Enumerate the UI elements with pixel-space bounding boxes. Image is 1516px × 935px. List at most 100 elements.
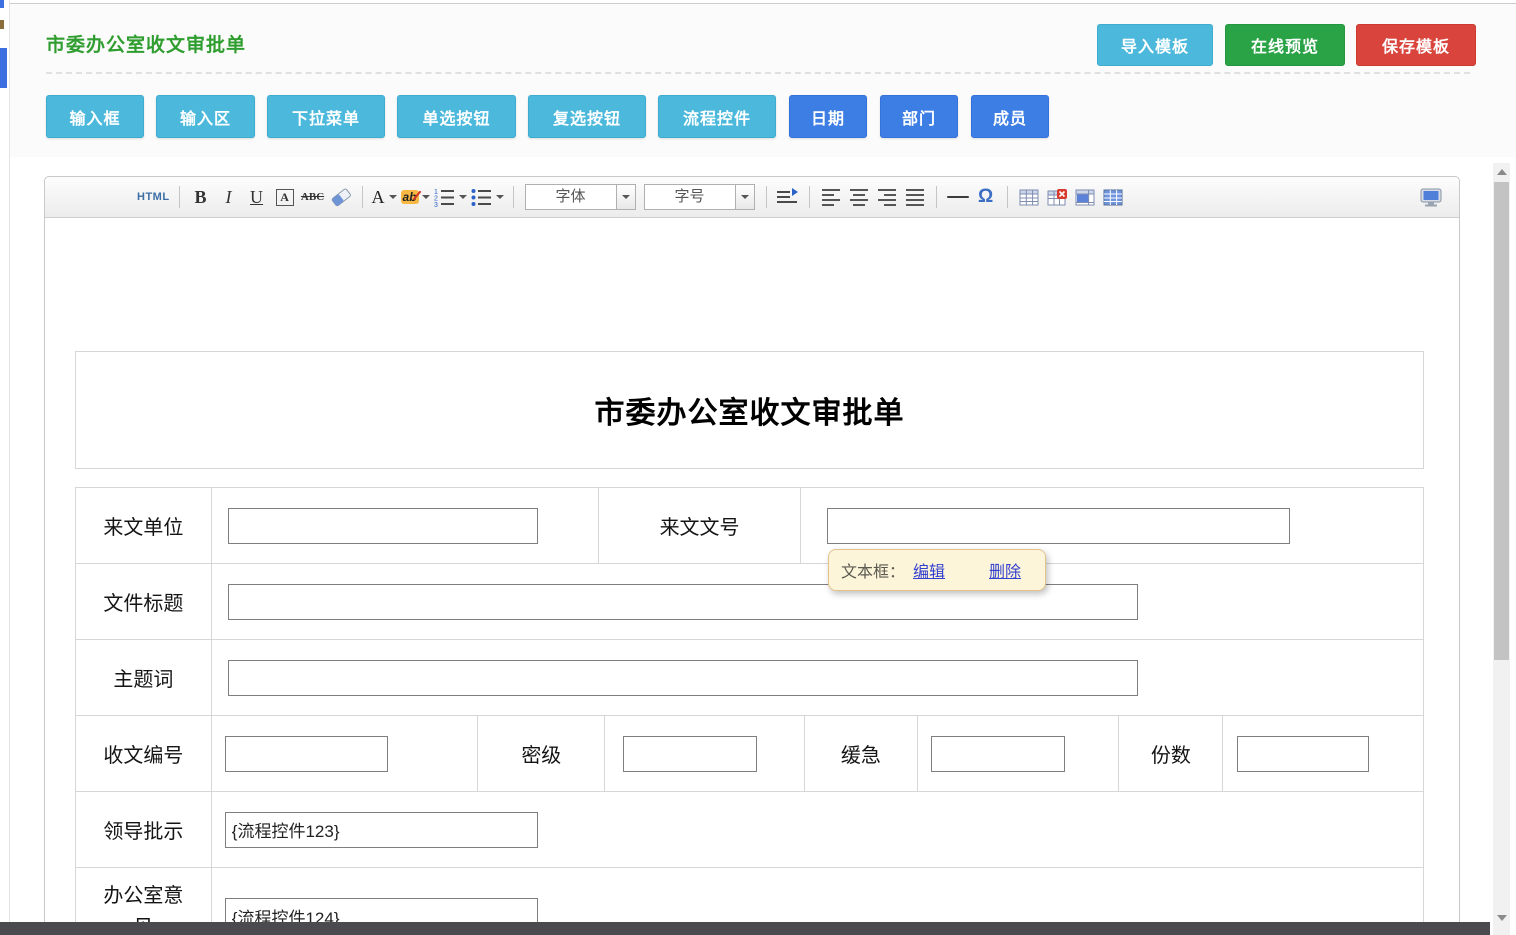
toolbar-separator	[809, 186, 810, 208]
tooltip-edit-link[interactable]: 编辑	[913, 558, 945, 582]
font-family-select-label: 字体	[525, 184, 617, 210]
italic-icon[interactable]: I	[217, 184, 241, 210]
label-secrecy-level: 密级	[478, 716, 605, 791]
leader-instructions-input[interactable]	[225, 812, 538, 848]
widget-button-date[interactable]: 日期	[789, 95, 867, 138]
align-left-icon[interactable]	[819, 184, 843, 210]
font-size-select-arrow[interactable]	[736, 184, 755, 210]
table-row: 来文单位 来文文号	[76, 488, 1423, 563]
align-justify-icon[interactable]	[903, 184, 927, 210]
online-preview-button[interactable]: 在线预览	[1225, 24, 1345, 66]
receipt-no-input[interactable]	[225, 736, 388, 772]
cell-incoming-unit	[212, 488, 599, 563]
widget-button-dropdown[interactable]: 下拉菜单	[267, 95, 385, 138]
table-row: 领导批示	[76, 791, 1423, 867]
chevron-down-icon	[459, 195, 467, 199]
page-title: 市委办公室收文审批单	[46, 30, 246, 57]
incoming-doc-no-input[interactable]	[827, 508, 1290, 544]
highlight-icon[interactable]: ab	[401, 184, 430, 210]
widget-button-checkbox[interactable]: 复选按钮	[528, 95, 646, 138]
editor-toolbar: HTML B I U A ABC A ab 123 字体 字号	[45, 177, 1459, 218]
editor-document[interactable]: 市委办公室收文审批单 来文单位 来文文号 文件标题	[45, 218, 1459, 935]
unordered-list-icon[interactable]	[471, 184, 504, 210]
html-source-icon[interactable]: HTML	[137, 184, 170, 210]
horizontal-rule-icon[interactable]	[946, 184, 970, 210]
bold-icon[interactable]: B	[189, 184, 213, 210]
eraser-icon[interactable]	[329, 184, 353, 210]
table-row: 主题词	[76, 639, 1423, 715]
cell-secrecy-level	[605, 716, 805, 791]
widget-button-member[interactable]: 成员	[971, 95, 1049, 138]
chevron-down-icon	[422, 195, 430, 199]
insert-table-icon[interactable]	[1017, 184, 1041, 210]
urgency-input[interactable]	[931, 736, 1065, 772]
widget-button-radio[interactable]: 单选按钮	[397, 95, 516, 138]
label-copies: 份数	[1119, 716, 1223, 791]
form-title: 市委办公室收文审批单	[595, 388, 905, 432]
window-bottom-edge	[0, 922, 1490, 935]
font-style-box-icon[interactable]: A	[273, 184, 297, 210]
scroll-down-arrow-icon[interactable]	[1497, 915, 1507, 921]
cell-receipt-no	[212, 716, 479, 791]
incoming-unit-input[interactable]	[228, 508, 538, 544]
background-page-sliver	[0, 0, 10, 935]
underline-icon[interactable]: U	[245, 184, 269, 210]
cell-copies	[1223, 716, 1423, 791]
delete-table-icon[interactable]	[1045, 184, 1069, 210]
background-sidebar-fragment	[0, 48, 7, 88]
cell-subject-words	[212, 640, 1423, 715]
font-color-glyph: A	[372, 187, 385, 208]
label-urgency: 缓急	[805, 716, 918, 791]
toolbar-separator	[179, 186, 180, 208]
align-right-icon[interactable]	[875, 184, 899, 210]
chevron-down-icon	[741, 195, 749, 199]
tooltip-delete-link[interactable]: 删除	[989, 558, 1021, 582]
toolbar-separator	[766, 186, 767, 208]
form-table: 来文单位 来文文号 文件标题 主题词	[75, 487, 1424, 935]
fullscreen-icon[interactable]	[1419, 184, 1443, 210]
table-properties-icon[interactable]	[1101, 184, 1125, 210]
background-fragment-icon	[0, 0, 4, 8]
table-row: 收文编号 密级 缓急 份数	[76, 715, 1423, 791]
font-family-select[interactable]: 字体	[525, 184, 636, 210]
form-title-box: 市委办公室收文审批单	[75, 351, 1424, 469]
subject-words-input[interactable]	[228, 660, 1138, 696]
label-doc-title: 文件标题	[76, 564, 212, 639]
toolbar-separator	[936, 186, 937, 208]
horizontal-rule-glyph	[947, 196, 969, 198]
copies-input[interactable]	[1237, 736, 1369, 772]
ordered-list-icon[interactable]: 123	[434, 184, 467, 210]
save-template-button[interactable]: 保存模板	[1356, 24, 1476, 66]
toolbar-separator	[513, 186, 514, 208]
font-color-icon[interactable]: A	[372, 184, 397, 210]
align-center-icon[interactable]	[847, 184, 871, 210]
vertical-scrollbar[interactable]	[1493, 163, 1510, 935]
toolbar-separator	[1007, 186, 1008, 208]
secrecy-level-input[interactable]	[623, 736, 757, 772]
chevron-down-icon	[622, 195, 630, 199]
scroll-up-arrow-icon[interactable]	[1497, 169, 1507, 175]
cell-leader-instructions	[212, 792, 1423, 867]
font-size-select[interactable]: 字号	[644, 184, 755, 210]
special-character-icon[interactable]: Ω	[974, 184, 998, 210]
font-style-box-glyph: A	[276, 189, 294, 206]
svg-text:3: 3	[434, 202, 438, 207]
label-subject-words: 主题词	[76, 640, 212, 715]
widget-button-department[interactable]: 部门	[880, 95, 958, 138]
widget-button-input-box[interactable]: 输入框	[46, 95, 144, 138]
import-template-button[interactable]: 导入模板	[1097, 24, 1213, 66]
indent-icon[interactable]	[776, 184, 800, 210]
header-divider	[46, 72, 1470, 74]
font-family-select-arrow[interactable]	[617, 184, 636, 210]
rich-text-editor: HTML B I U A ABC A ab 123 字体 字号	[44, 176, 1460, 935]
table-cell-properties-icon[interactable]	[1073, 184, 1097, 210]
label-incoming-doc-no: 来文文号	[599, 488, 801, 563]
table-row: 文件标题	[76, 563, 1423, 639]
scrollbar-thumb[interactable]	[1494, 182, 1509, 660]
widget-button-flow-control[interactable]: 流程控件	[658, 95, 776, 138]
strikethrough-icon[interactable]: ABC	[301, 184, 325, 210]
widget-button-textarea[interactable]: 输入区	[156, 95, 255, 138]
chevron-down-icon	[389, 195, 397, 199]
label-receipt-no: 收文编号	[76, 716, 212, 791]
label-leader-instructions: 领导批示	[76, 792, 212, 867]
